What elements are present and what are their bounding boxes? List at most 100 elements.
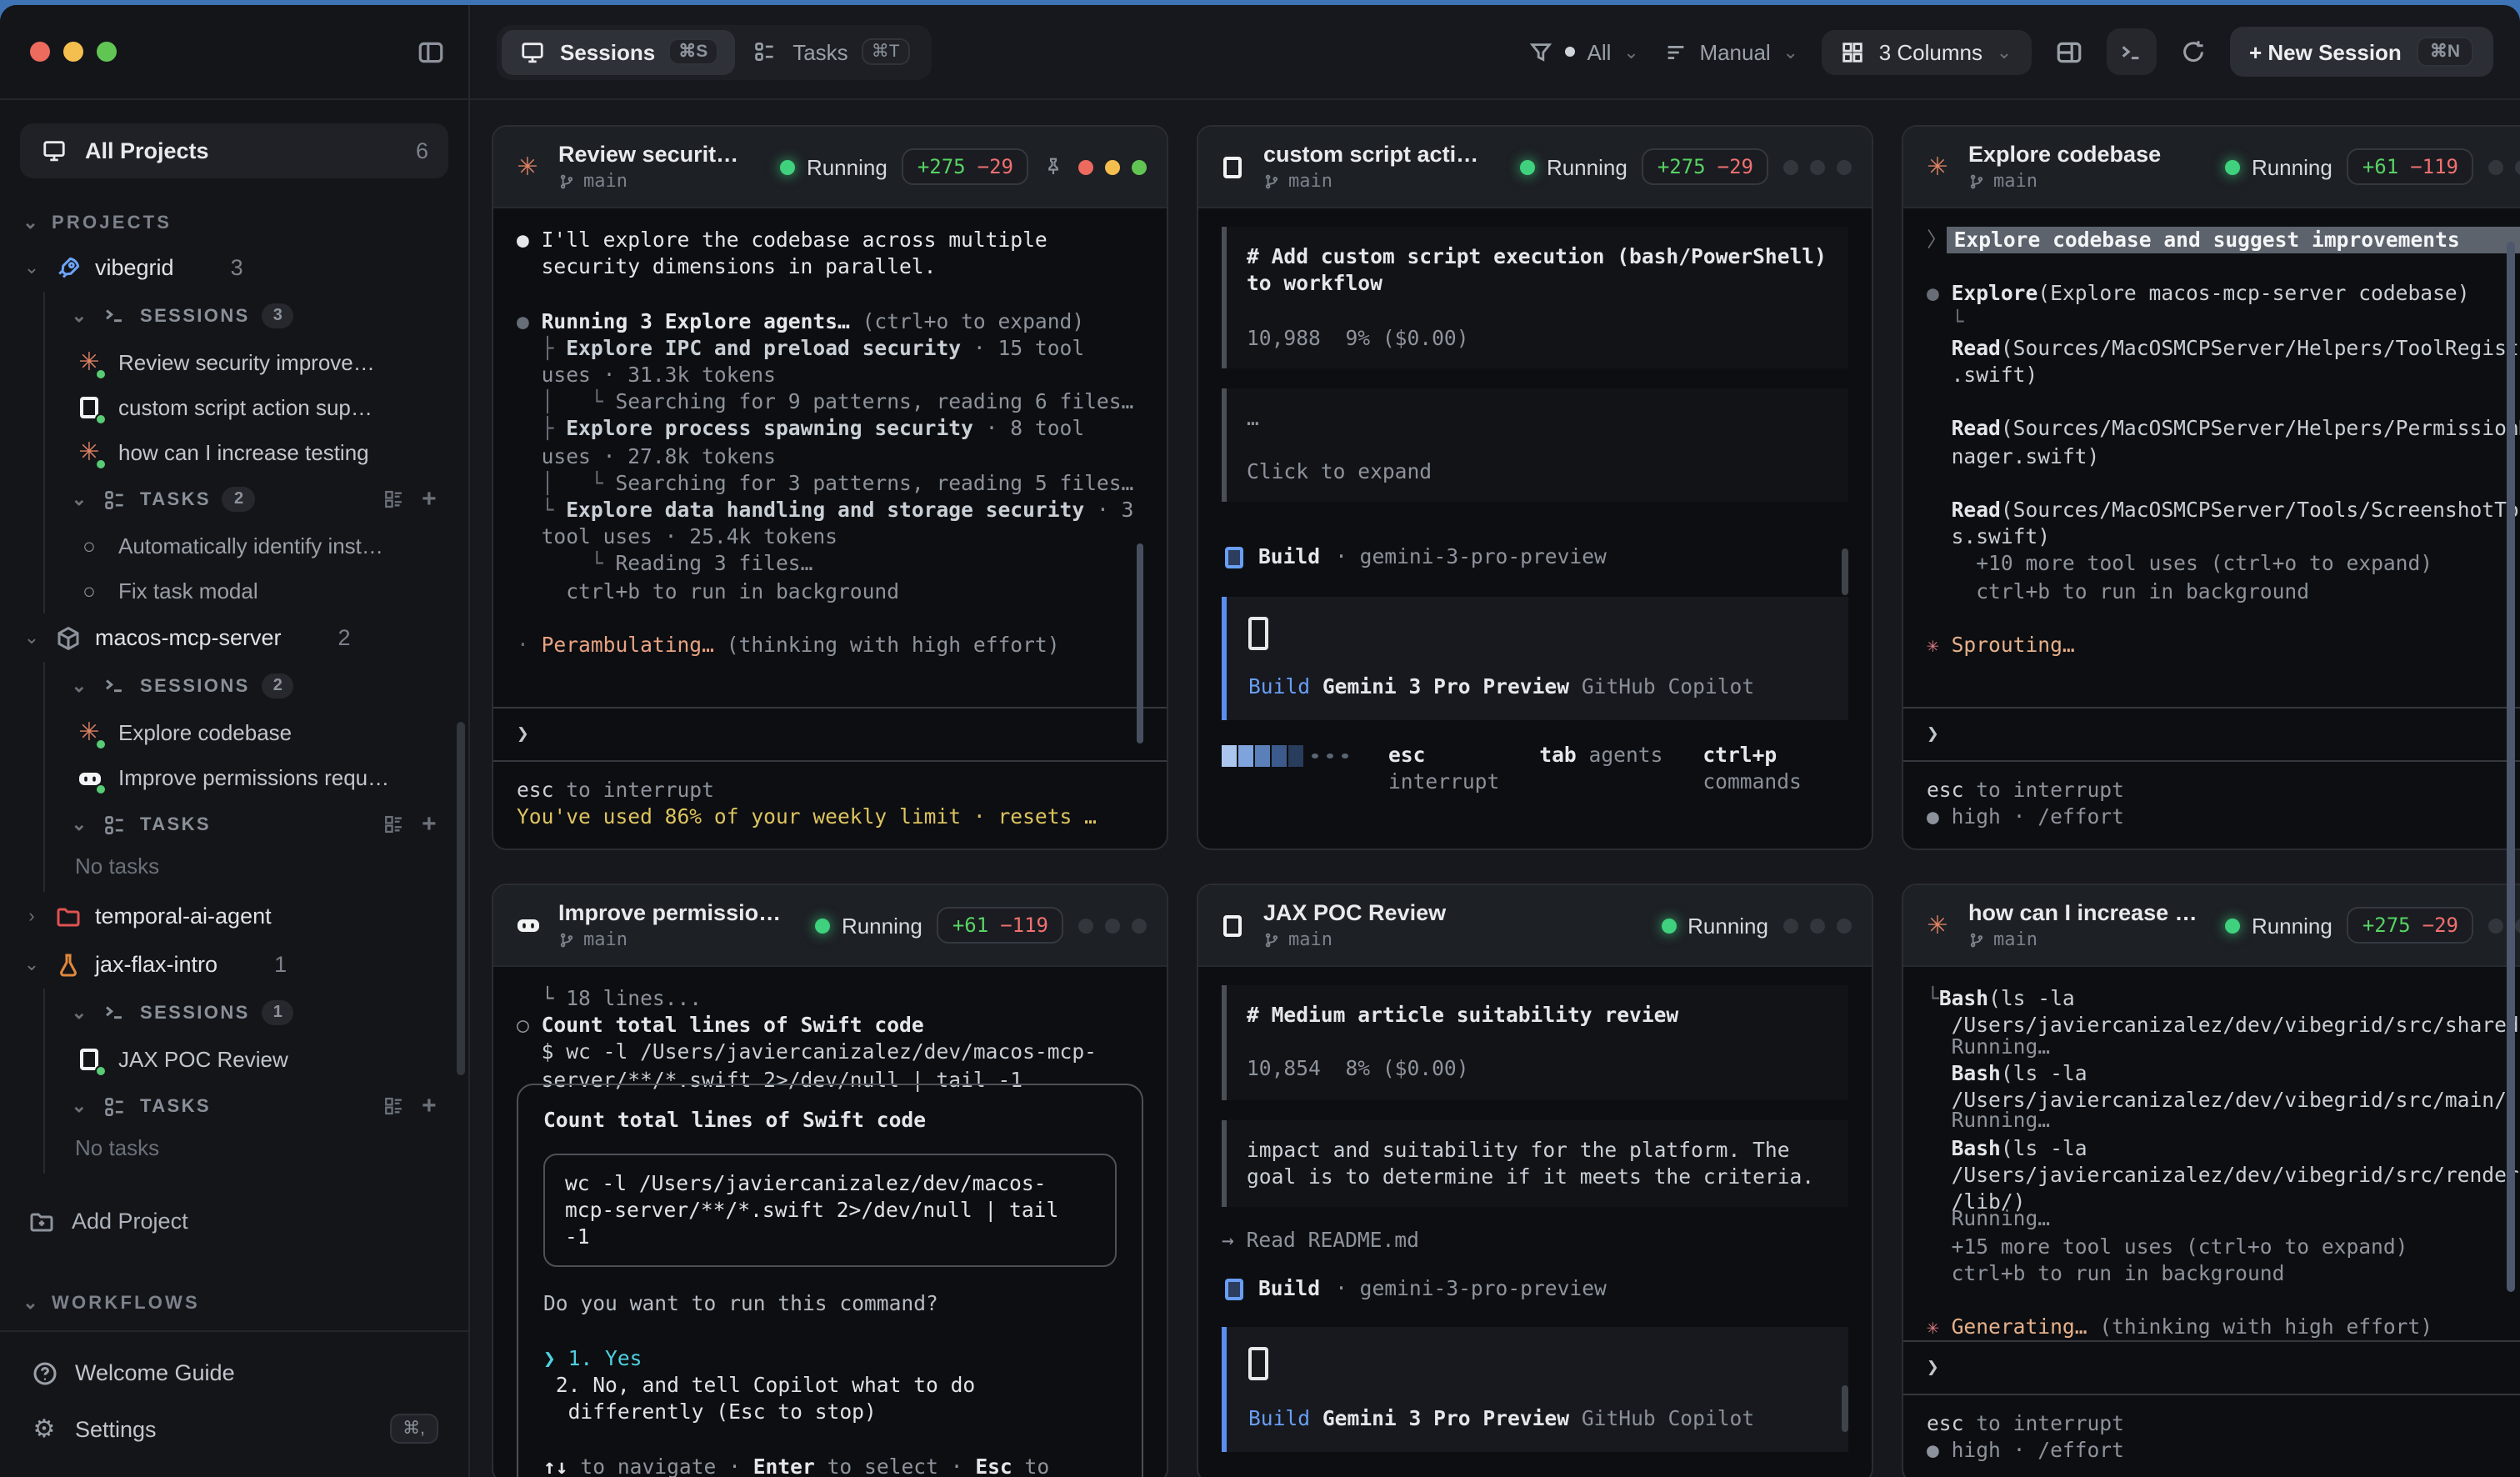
card-dot (2515, 159, 2520, 174)
quote-block[interactable]: # Add custom script execution (bash/Powe… (1222, 227, 1848, 368)
sidebar-scrollbar[interactable] (457, 722, 465, 1075)
sidebar-task-item[interactable]: ○Fix task modal (45, 568, 448, 613)
session-terminal[interactable]: 〉Explore codebase and suggest improvemen… (1903, 208, 2520, 849)
tab-tasks[interactable]: Tasks⌘T (734, 29, 926, 74)
session-card-how-increase[interactable]: ✳how can I increase …mainRunning+275−29└… (1902, 884, 2520, 1477)
tasks-icon (751, 38, 779, 66)
close-window-button[interactable] (30, 42, 50, 62)
terminal-button[interactable] (2106, 28, 2156, 75)
sidebar-project-vibegrid[interactable]: ⌄vibegrid3 (20, 243, 448, 292)
terminal-line (1927, 1287, 2520, 1314)
sidebar-titlebar (0, 5, 468, 100)
add-icon[interactable]: + (422, 810, 438, 839)
topbar: Sessions⌘STasks⌘T All ⌄ Manual ⌄ 3 Colum… (470, 5, 2520, 100)
new-session-button[interactable]: + New Session ⌘N (2229, 27, 2493, 77)
quote-block[interactable]: # Medium article suitability review 10,8… (1222, 985, 1848, 1099)
session-card-explore-codebase[interactable]: ✳Explore codebasemainRunning+61−119〉Expl… (1902, 125, 2520, 850)
sidebar-item-welcome-guide[interactable]: Welcome Guide (20, 1345, 448, 1400)
sidebar-session-item[interactable]: ✳how can I increase testing (45, 430, 448, 475)
columns-dropdown[interactable]: 3 Columns ⌄ (1822, 29, 2031, 74)
dialog-option[interactable]: ❯ 1. Yes (543, 1345, 1117, 1372)
sidebar-group-tasks[interactable]: ⌄TASKS+ (45, 800, 448, 849)
session-card-dots[interactable] (2488, 159, 2520, 174)
prompt-input[interactable]: ❯ (1903, 1341, 2520, 1394)
prompt-input[interactable]: ❯ (493, 708, 1167, 761)
sidebar-session-item[interactable]: Improve permissions requ… (45, 755, 448, 800)
chevron-down-icon[interactable]: ⌄ (23, 627, 40, 648)
sidebar-session-item[interactable]: JAX POC Review (45, 1037, 448, 1082)
sidebar-task-item[interactable]: ○Automatically identify inst… (45, 523, 448, 568)
chevron-down-icon[interactable]: ⌄ (23, 954, 40, 975)
sidebar-session-item[interactable]: ✳Explore codebase (45, 710, 448, 755)
group-label: TASKS (140, 489, 211, 509)
sidebar-group-sessions[interactable]: ⌄SESSIONS2 (45, 662, 448, 710)
session-card-improve-permissions[interactable]: Improve permissio…mainRunning+61−119 └ 1… (492, 884, 1168, 1477)
session-card-dots[interactable] (2488, 918, 2520, 933)
session-card-dots[interactable] (1783, 159, 1852, 174)
session-terminal[interactable]: ● I'll explore the codebase across multi… (493, 208, 1167, 849)
session-title: Explore codebase (1968, 142, 2161, 167)
refresh-button[interactable] (2179, 38, 2206, 65)
panel-layout-button[interactable] (2054, 38, 2082, 66)
sidebar-toggle-icon[interactable] (417, 38, 445, 66)
sidebar-project-macos-mcp-server[interactable]: ⌄macos-mcp-server2 (20, 613, 448, 662)
session-card-jax-poc-review[interactable]: JAX POC ReviewmainRunning# Medium articl… (1197, 884, 1873, 1477)
running-status-dot (2225, 159, 2240, 174)
card-dot (1078, 159, 1093, 174)
model-selector[interactable]: Build Gemini 3 Pro Preview GitHub Copilo… (1222, 596, 1848, 720)
sidebar-group-tasks[interactable]: ⌄TASKS2+ (45, 475, 448, 523)
session-card-dots[interactable] (1078, 918, 1147, 933)
board-view-icon[interactable] (383, 488, 405, 510)
dialog-option[interactable]: 2. No, and tell Copilot what to do diffe… (543, 1372, 1117, 1426)
session-terminal[interactable]: └Bash(ls -la /Users/javiercanizalez/dev/… (1903, 967, 2520, 1477)
add-icon[interactable]: + (422, 1092, 438, 1120)
card-dot (1105, 918, 1120, 933)
session-terminal[interactable]: # Medium article suitability review 10,8… (1198, 967, 1872, 1477)
sidebar-project-jax-flax-intro[interactable]: ⌄jax-flax-intro1 (20, 940, 448, 989)
quote-block[interactable]: … Click to expand (1222, 388, 1848, 503)
window-controls[interactable] (30, 42, 117, 62)
permission-dialog[interactable]: Count total lines of Swift codewc -l /Us… (517, 1083, 1143, 1477)
sidebar-group-sessions[interactable]: ⌄SESSIONS3 (45, 292, 448, 340)
sort-dropdown[interactable]: Manual ⌄ (1662, 39, 1798, 64)
card-scrollbar[interactable] (1842, 1385, 1848, 1432)
sidebar-session-item[interactable]: ✳Review security improve… (45, 340, 448, 385)
board-view-icon[interactable] (383, 1095, 405, 1117)
session-card-review-security[interactable]: ✳Review securit…mainRunning+275−29● I'll… (492, 125, 1168, 850)
session-card-custom-script[interactable]: custom script acti…mainRunning+275−29# A… (1197, 125, 1873, 850)
chevron-down-icon[interactable]: ⌄ (23, 257, 40, 278)
card-dot (1078, 918, 1093, 933)
add-project-button[interactable]: Add Project (20, 1194, 448, 1249)
sidebar-session-item[interactable]: custom script action sup… (45, 385, 448, 430)
sidebar-group-sessions[interactable]: ⌄SESSIONS1 (45, 989, 448, 1037)
branch-label: main (583, 929, 628, 950)
terminal-line: 10,988 9% ($0.00) (1247, 324, 1828, 351)
minimize-window-button[interactable] (63, 42, 83, 62)
filter-dropdown[interactable]: All ⌄ (1529, 39, 1640, 64)
session-terminal[interactable]: └ 18 lines...○ Count total lines of Swif… (493, 967, 1167, 1477)
tab-sessions[interactable]: Sessions⌘S (502, 29, 734, 74)
session-card-dots[interactable] (1783, 918, 1852, 933)
workflows-section-header[interactable]: ⌄WORKFLOWS (23, 1292, 445, 1314)
quote-block[interactable]: impact and suitability for the platform.… (1222, 1119, 1848, 1207)
card-scrollbar[interactable] (1137, 543, 1143, 744)
projects-section-header[interactable]: ⌄PROJECTS (23, 212, 445, 233)
branch-icon (1968, 931, 1985, 948)
chevron-right-icon[interactable]: › (23, 906, 40, 926)
main-scrollbar[interactable] (2507, 242, 2515, 1292)
sidebar-group-tasks[interactable]: ⌄TASKS+ (45, 1082, 448, 1130)
prompt-input[interactable]: ❯ (1903, 708, 2520, 761)
sidebar-project-temporal-ai-agent[interactable]: ›temporal-ai-agent (20, 892, 448, 940)
session-card-dots[interactable] (1078, 159, 1147, 174)
board-view-icon[interactable] (383, 814, 405, 835)
zoom-window-button[interactable] (97, 42, 117, 62)
sidebar-item-all-projects[interactable]: All Projects6 (20, 123, 448, 178)
terminal-line: ● high · /effort (1927, 1437, 2520, 1464)
model-selector[interactable]: Build Gemini 3 Pro Preview GitHub Copilo… (1222, 1328, 1848, 1452)
add-icon[interactable]: + (422, 485, 438, 513)
sidebar-item-settings[interactable]: ⚙Settings⌘, (20, 1400, 448, 1457)
pin-icon[interactable] (1043, 157, 1063, 177)
card-scrollbar[interactable] (1842, 548, 1848, 595)
session-terminal[interactable]: # Add custom script execution (bash/Powe… (1198, 208, 1872, 849)
terminal-line: # Add custom script execution (bash/Powe… (1247, 243, 1828, 298)
